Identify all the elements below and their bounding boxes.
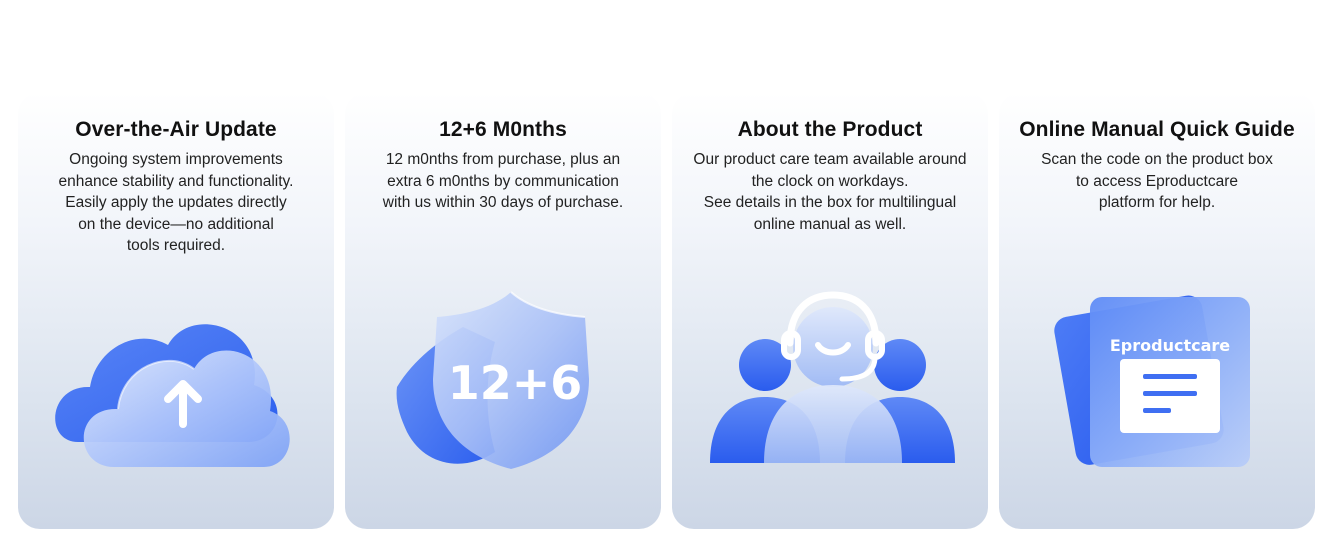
description-line: tools required. [126,237,226,255]
shield-badge-text: 12+6 [448,356,583,410]
card-title: Over-the-Air Update [75,118,277,141]
description-line: Ongoing system improvements [69,151,283,168]
description-line: online manual as well. [753,215,907,233]
card-description: Our product care team available around t… [684,149,976,235]
description-line: Easily apply the updates directly [65,194,287,212]
description-line: platform for help. [1098,194,1216,212]
card-title: About the Product [737,118,923,141]
description-line: with us within 30 days of purchase. [382,194,624,212]
cloud-upload-icon [18,267,334,529]
card-title: Online Manual Quick Guide [1019,118,1295,141]
manual-brand-text: Eproductcare [1110,336,1230,355]
support-agent-icon [672,267,988,529]
card-online-manual: Online Manual Quick Guide Scan the code … [999,92,1315,529]
description-line: the clock on workdays. [751,172,909,190]
description-line: See details in the box for multilingual [703,194,957,212]
manual-card-icon: Eproductcare [999,267,1315,529]
description-line: Scan the code on the product box [1041,151,1273,168]
card-ota-update: Over-the-Air Update Ongoing system impro… [18,92,334,529]
card-description: 12 m0nths from purchase, plus an extra 6… [357,149,649,214]
description-line: on the device—no additional [78,215,274,233]
card-about-product: About the Product Our product care team … [672,92,988,529]
card-warranty: 12+6 M0nths 12 m0nths from purchase, plu… [345,92,661,529]
description-line: 12 m0nths from purchase, plus an [385,151,621,168]
description-line: extra 6 m0nths by communication [387,172,619,190]
card-description: Ongoing system improvements enhance stab… [30,149,322,257]
page: Over-the-Air Update Ongoing system impro… [0,0,1323,543]
description-line: Our product care team available around [693,151,967,168]
card-title: 12+6 M0nths [439,118,567,141]
feature-cards: Over-the-Air Update Ongoing system impro… [18,92,1315,529]
description-line: enhance stability and functionality. [58,172,294,190]
shield-warranty-icon: 12+6 [345,267,661,529]
card-description: Scan the code on the product box to acce… [1011,149,1303,214]
description-line: to access Eproductcare [1076,172,1238,190]
